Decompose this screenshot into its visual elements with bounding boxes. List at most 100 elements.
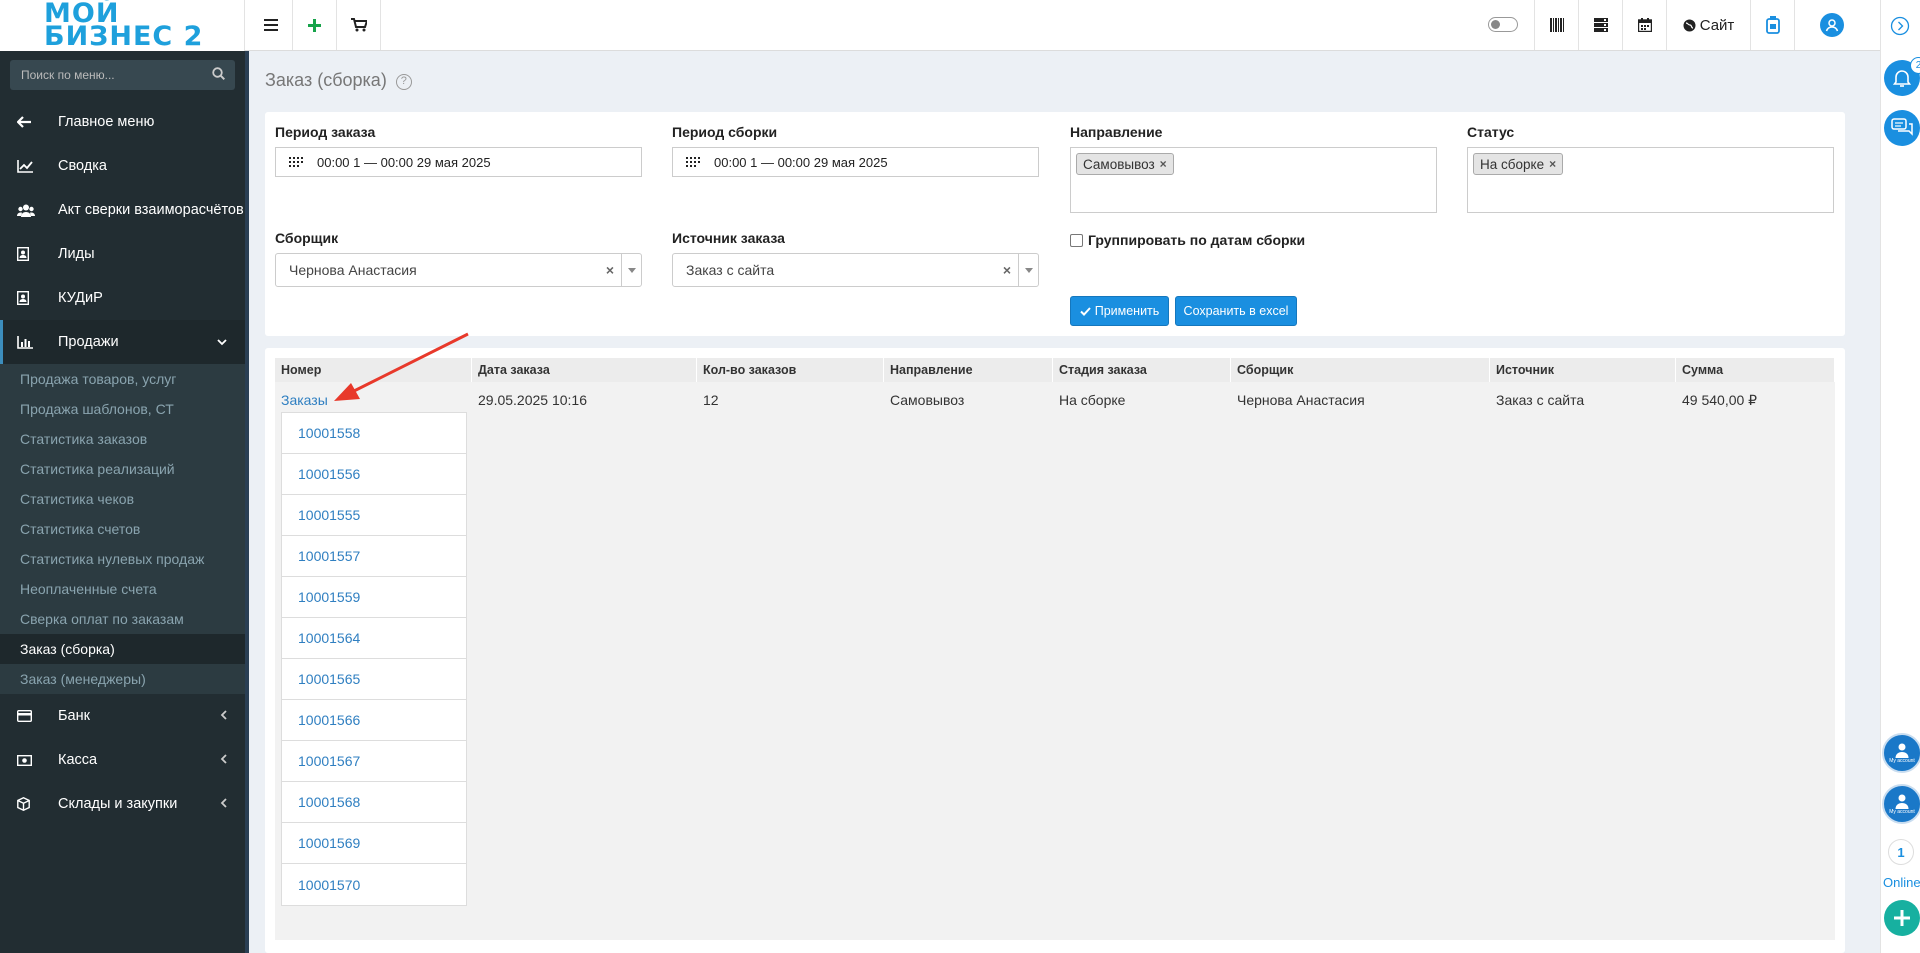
submenu-item[interactable]: Заказ (менеджеры) bbox=[0, 664, 245, 694]
help-icon[interactable]: ? bbox=[395, 74, 412, 90]
picker-label: Сборщик bbox=[275, 230, 339, 246]
logo[interactable]: МОЙ БИЗНЕС 2 bbox=[0, 0, 245, 51]
page-title-text: Заказ (сборка) bbox=[265, 70, 387, 90]
sidebar-item-label: Главное меню bbox=[58, 114, 155, 130]
order-count-cell: 12 bbox=[703, 392, 719, 408]
submenu-item[interactable]: Статистика заказов bbox=[0, 424, 245, 454]
account-avatar-1[interactable]: My account bbox=[1882, 733, 1920, 773]
app-button[interactable] bbox=[1750, 0, 1794, 50]
submenu-item[interactable]: Статистика чеков bbox=[0, 484, 245, 514]
submenu-item[interactable]: Продажа товаров, услуг bbox=[0, 364, 245, 394]
add-fab-button[interactable] bbox=[1884, 900, 1920, 936]
calendar-grid-icon bbox=[686, 156, 700, 167]
sidebar-search bbox=[10, 60, 235, 90]
menu-search-input[interactable] bbox=[10, 60, 200, 90]
account-avatar-2[interactable]: My account bbox=[1882, 784, 1920, 824]
picker-select[interactable]: Чернова Анастасия × bbox=[275, 253, 642, 287]
account-label: My account bbox=[1889, 758, 1915, 764]
bell-icon bbox=[1892, 70, 1912, 87]
chat-button[interactable] bbox=[1884, 110, 1920, 146]
order-link[interactable]: 10001558 bbox=[282, 413, 466, 454]
order-link[interactable]: 10001568 bbox=[282, 782, 466, 823]
column-header[interactable]: Кол-во заказов bbox=[697, 358, 884, 382]
column-header[interactable]: Сборщик bbox=[1231, 358, 1490, 382]
submenu-item-current[interactable]: Заказ (сборка) bbox=[0, 634, 245, 664]
order-link[interactable]: 10001555 bbox=[282, 495, 466, 536]
order-period-input[interactable]: 00:00 1 — 00:00 29 мая 2025 bbox=[275, 147, 642, 177]
calendar-icon bbox=[1637, 18, 1652, 32]
sidebar-item-warehouses[interactable]: Склады и закупки bbox=[0, 782, 245, 826]
sidebar-item-kudir[interactable]: КУДиР bbox=[0, 276, 245, 320]
column-header[interactable]: Сумма bbox=[1676, 358, 1835, 382]
notifications-button[interactable]: 2 bbox=[1884, 57, 1920, 96]
order-link[interactable]: 10001569 bbox=[282, 823, 466, 864]
server-button[interactable] bbox=[1578, 0, 1622, 50]
direction-label: Направление bbox=[1070, 124, 1163, 140]
plus-icon bbox=[308, 18, 321, 32]
sidebar-item-cash[interactable]: Касса bbox=[0, 738, 245, 782]
dropdown-arrow-icon[interactable] bbox=[621, 254, 641, 286]
sidebar-item-main-menu[interactable]: Главное меню bbox=[0, 100, 245, 144]
apply-button[interactable]: Применить bbox=[1070, 296, 1169, 326]
column-header[interactable]: Источник bbox=[1490, 358, 1676, 382]
column-header[interactable]: Дата заказа bbox=[472, 358, 697, 382]
status-multiselect[interactable]: На сборке × bbox=[1467, 147, 1834, 213]
sidebar-item-sales[interactable]: Продажи bbox=[0, 320, 245, 364]
order-link[interactable]: 10001565 bbox=[282, 659, 466, 700]
submenu-item[interactable]: Сверка оплат по заказам bbox=[0, 604, 245, 634]
apply-button-label: Применить bbox=[1094, 304, 1160, 318]
dropdown-arrow-icon[interactable] bbox=[1018, 254, 1038, 286]
filter-panel: Период заказа 00:00 1 — 00:00 29 мая 202… bbox=[265, 112, 1845, 336]
order-link[interactable]: 10001564 bbox=[282, 618, 466, 659]
sidebar-item-bank[interactable]: Банк bbox=[0, 694, 245, 738]
group-by-date-label: Группировать по датам сборки bbox=[1088, 232, 1306, 248]
tag-remove-button[interactable]: × bbox=[1160, 157, 1167, 171]
user-menu-button[interactable] bbox=[1794, 0, 1868, 50]
cart-button[interactable] bbox=[337, 0, 381, 50]
order-link[interactable]: 10001567 bbox=[282, 741, 466, 782]
tag-remove-button[interactable]: × bbox=[1549, 157, 1556, 171]
submenu-item[interactable]: Продажа шаблонов, СТ bbox=[0, 394, 245, 424]
status-tag: На сборке × bbox=[1473, 153, 1564, 175]
calendar-button[interactable] bbox=[1622, 0, 1666, 50]
sidebar-item-label: Продажи bbox=[58, 334, 119, 350]
sidebar: Главное меню Сводка Акт сверки взаиморас… bbox=[0, 51, 245, 953]
chevron-down-icon bbox=[217, 335, 227, 349]
submenu-item[interactable]: Статистика счетов bbox=[0, 514, 245, 544]
save-excel-button[interactable]: Сохранить в excel bbox=[1175, 296, 1297, 326]
sidebar-item-leads[interactable]: Лиды bbox=[0, 232, 245, 276]
order-link[interactable]: 10001570 bbox=[282, 864, 466, 905]
search-icon[interactable] bbox=[212, 67, 225, 80]
menu-toggle-button[interactable] bbox=[249, 0, 293, 50]
clear-icon[interactable]: × bbox=[606, 262, 614, 278]
source-select[interactable]: Заказ с сайта × bbox=[672, 253, 1039, 287]
clear-icon[interactable]: × bbox=[1003, 262, 1011, 278]
order-link[interactable]: 10001566 bbox=[282, 700, 466, 741]
add-button[interactable] bbox=[293, 0, 337, 50]
sidebar-item-summary[interactable]: Сводка bbox=[0, 144, 245, 188]
sidebar-item-label: Банк bbox=[58, 708, 90, 724]
barcode-button[interactable] bbox=[1534, 0, 1578, 50]
globe-icon bbox=[1683, 19, 1696, 31]
online-count: 1 bbox=[1888, 839, 1914, 865]
submenu-item[interactable]: Неоплаченные счета bbox=[0, 574, 245, 604]
group-by-date-checkbox[interactable]: Группировать по датам сборки bbox=[1070, 232, 1305, 248]
checkbox-box[interactable] bbox=[1070, 233, 1083, 247]
order-link[interactable]: 10001556 bbox=[282, 454, 466, 495]
site-button[interactable]: Сайт bbox=[1666, 0, 1750, 50]
save-excel-label: Сохранить в excel bbox=[1183, 304, 1289, 318]
expand-rail-button[interactable] bbox=[1890, 16, 1910, 39]
direction-multiselect[interactable]: Самовывоз × bbox=[1070, 147, 1437, 213]
sidebar-item-reconciliation[interactable]: Акт сверки взаиморасчётов bbox=[0, 188, 245, 232]
notification-badge: 2 bbox=[1910, 57, 1920, 74]
submenu-item[interactable]: Статистика реализаций bbox=[0, 454, 245, 484]
direction-cell: Самовывоз bbox=[890, 392, 965, 408]
order-link[interactable]: 10001557 bbox=[282, 536, 466, 577]
column-header[interactable]: Направление bbox=[884, 358, 1053, 382]
theme-toggle[interactable] bbox=[1488, 17, 1518, 32]
column-header[interactable]: Стадия заказа bbox=[1053, 358, 1231, 382]
order-link[interactable]: 10001559 bbox=[282, 577, 466, 618]
submenu-item[interactable]: Статистика нулевых продаж bbox=[0, 544, 245, 574]
sidebar-item-label: Касса bbox=[58, 752, 98, 768]
assembly-period-input[interactable]: 00:00 1 — 00:00 29 мая 2025 bbox=[672, 147, 1039, 177]
